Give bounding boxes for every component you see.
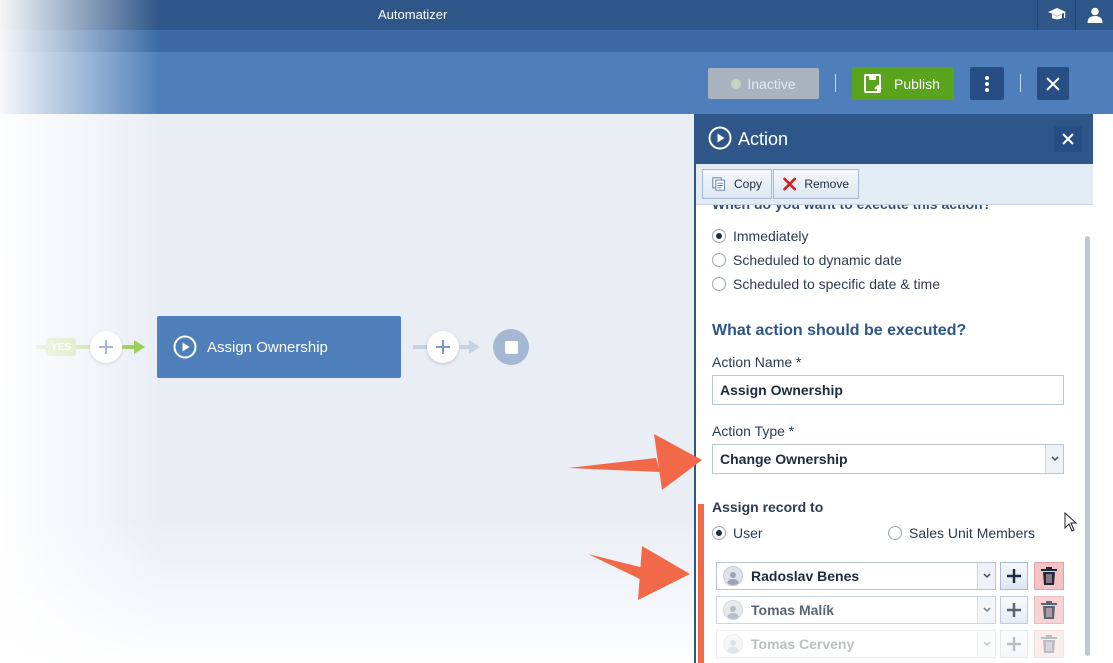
radio-specific-date[interactable]: Scheduled to specific date & time	[712, 276, 940, 292]
copy-icon	[712, 177, 725, 191]
app-title: Automatizer	[378, 7, 448, 22]
trash-icon	[1041, 567, 1057, 585]
add-user-button[interactable]	[1000, 562, 1028, 590]
add-user-button[interactable]	[1000, 630, 1028, 658]
user-icon[interactable]	[1075, 0, 1113, 30]
user-name: Radoslav Benes	[751, 568, 860, 584]
stop-icon	[504, 340, 518, 354]
user-name: Tomas Malík	[751, 602, 834, 618]
avatar-icon	[723, 634, 743, 654]
user-select[interactable]: Radoslav Benes	[716, 562, 996, 590]
panel-header: Action	[696, 114, 1093, 164]
action-name-label: Action Name *	[712, 354, 802, 370]
radio-label: Immediately	[733, 228, 809, 244]
annotation-arrow-icon	[588, 546, 690, 600]
delete-user-button[interactable]	[1034, 596, 1064, 624]
add-step-button[interactable]	[90, 331, 122, 363]
radio-label: Sales Unit Members	[909, 525, 1036, 541]
connector-line	[413, 345, 427, 349]
app-header: Automatizer	[0, 0, 1113, 30]
vertical-dots-icon	[985, 75, 989, 92]
close-icon	[1062, 133, 1074, 145]
panel-scrollbar[interactable]	[1085, 236, 1090, 656]
close-icon	[1046, 76, 1060, 91]
green-arrow-icon	[122, 340, 145, 354]
add-user-button[interactable]	[1000, 596, 1028, 624]
what-action-title: What action should be executed?	[712, 322, 967, 339]
panel-title: Action	[738, 129, 789, 149]
inactive-label: Inactive	[747, 75, 796, 92]
play-circle-icon	[173, 335, 197, 359]
radio-dynamic-date[interactable]: Scheduled to dynamic date	[712, 252, 902, 268]
node-label: Assign Ownership	[207, 338, 328, 356]
user-name: Tomas Cerveny	[751, 636, 855, 652]
red-x-icon	[783, 177, 797, 191]
radio-circle	[712, 229, 726, 243]
radio-immediately[interactable]: Immediately	[712, 228, 808, 244]
add-step-button[interactable]	[427, 331, 459, 363]
plus-icon	[1007, 569, 1021, 583]
delete-user-button[interactable]	[1034, 630, 1064, 658]
graduation-cap-icon[interactable]	[1037, 0, 1075, 30]
radio-user[interactable]: User	[712, 525, 763, 541]
yes-badge: YES	[46, 338, 76, 356]
radio-label: Scheduled to dynamic date	[733, 252, 902, 268]
publish-label: Publish	[894, 75, 940, 92]
inactive-button[interactable]: Inactive	[708, 68, 819, 99]
copy-label: Copy	[733, 177, 762, 191]
panel-toolbar: Copy Remove	[696, 164, 1093, 205]
close-workflow-button[interactable]	[1037, 67, 1069, 100]
end-node[interactable]	[493, 329, 529, 365]
radio-circle	[888, 526, 902, 540]
remove-button[interactable]: Remove	[773, 169, 859, 199]
plus-icon	[1007, 603, 1021, 617]
assign-record-title: Assign record to	[712, 499, 824, 515]
connector-line	[36, 345, 46, 349]
save-publish-icon	[864, 73, 882, 93]
trash-icon	[1041, 601, 1057, 619]
chevron-down-icon[interactable]	[977, 597, 995, 623]
plus-icon	[99, 340, 113, 354]
user-select[interactable]: Tomas Cerveny	[716, 630, 996, 658]
avatar-icon	[723, 566, 743, 586]
toolbar-divider	[1020, 74, 1021, 92]
radio-label: User	[733, 525, 763, 541]
toolbar-divider	[835, 74, 836, 92]
action-type-value: Change Ownership	[720, 451, 848, 467]
chevron-down-icon[interactable]	[977, 563, 995, 589]
mouse-cursor-icon	[1064, 512, 1078, 532]
action-name-input[interactable]: Assign Ownership	[712, 375, 1064, 405]
avatar-icon	[723, 600, 743, 620]
close-panel-button[interactable]	[1054, 126, 1082, 152]
trash-icon	[1041, 635, 1057, 653]
remove-label: Remove	[804, 177, 849, 191]
radio-sales-unit-members[interactable]: Sales Unit Members	[888, 525, 1035, 541]
status-dot-icon	[731, 78, 742, 89]
chevron-down-icon[interactable]	[1045, 445, 1063, 473]
workflow-node-assign-ownership[interactable]: Assign Ownership	[157, 316, 401, 378]
play-circle-icon	[708, 126, 732, 150]
highlight-bar	[698, 504, 704, 663]
action-panel: Action When do you want to execute this …	[694, 114, 1093, 663]
gray-arrow-icon	[459, 340, 480, 354]
plus-icon	[436, 340, 450, 354]
more-options-button[interactable]	[970, 67, 1004, 100]
action-type-select[interactable]: Change Ownership	[712, 444, 1064, 474]
radio-circle	[712, 253, 726, 267]
annotation-arrow-icon	[568, 434, 702, 490]
action-type-label: Action Type *	[712, 423, 795, 439]
chevron-down-icon[interactable]	[977, 631, 995, 657]
copy-button[interactable]: Copy	[702, 169, 772, 199]
radio-circle	[712, 277, 726, 291]
radio-label: Scheduled to specific date & time	[733, 276, 941, 292]
page-edge	[1093, 114, 1113, 663]
radio-circle	[712, 526, 726, 540]
publish-button[interactable]: Publish	[852, 67, 954, 100]
plus-icon	[1007, 637, 1021, 651]
user-select[interactable]: Tomas Malík	[716, 596, 996, 624]
delete-user-button[interactable]	[1034, 562, 1064, 590]
